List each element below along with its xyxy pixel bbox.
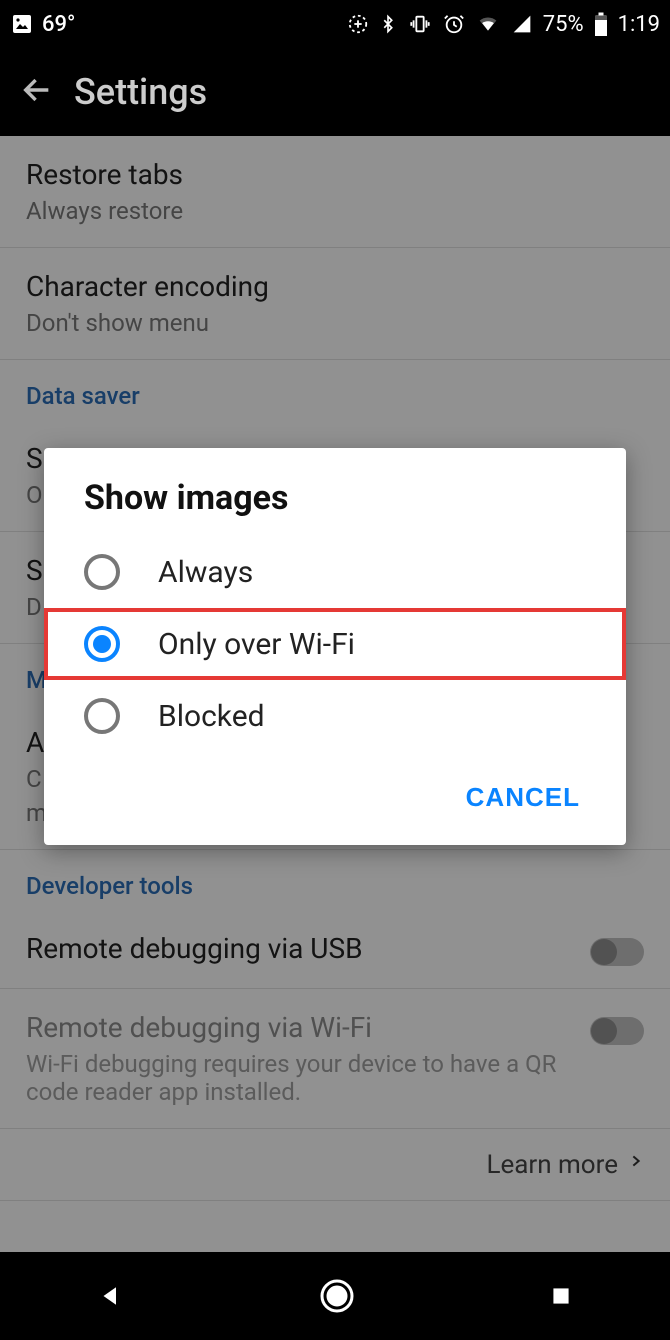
battery-icon xyxy=(594,12,608,36)
nav-home-icon[interactable] xyxy=(319,1278,355,1314)
radio-icon xyxy=(84,626,120,662)
radio-option-blocked[interactable]: Blocked xyxy=(44,680,626,752)
dialog-title: Show images xyxy=(44,478,626,536)
bluetooth-icon xyxy=(379,12,397,36)
radio-label: Blocked xyxy=(158,699,265,734)
radio-icon xyxy=(84,554,120,590)
battery-percent: 75% xyxy=(543,12,584,37)
radio-option-only-wifi[interactable]: Only over Wi-Fi xyxy=(44,608,626,680)
cancel-button[interactable]: CANCEL xyxy=(454,774,592,821)
radio-label: Only over Wi-Fi xyxy=(158,627,355,662)
page-title: Settings xyxy=(74,71,207,113)
photo-icon xyxy=(10,12,34,36)
radio-icon xyxy=(84,698,120,734)
status-bar: 69° 75% 1:19 xyxy=(0,0,670,48)
show-images-dialog: Show images Always Only over Wi-Fi Block… xyxy=(44,448,626,845)
temperature: 69° xyxy=(42,12,75,37)
nav-recent-icon[interactable] xyxy=(548,1283,574,1309)
vibrate-icon xyxy=(407,13,433,35)
back-icon[interactable] xyxy=(20,73,54,111)
data-saver-icon xyxy=(347,13,369,35)
alarm-icon xyxy=(443,13,465,35)
radio-option-always[interactable]: Always xyxy=(44,536,626,608)
clock: 1:19 xyxy=(618,12,660,37)
navigation-bar xyxy=(0,1252,670,1340)
signal-icon xyxy=(511,14,533,34)
radio-label: Always xyxy=(158,555,253,590)
app-bar: Settings xyxy=(0,48,670,136)
screen: 69° 75% 1:19 xyxy=(0,0,670,1340)
wifi-icon xyxy=(475,14,501,34)
nav-back-icon[interactable] xyxy=(96,1281,126,1311)
